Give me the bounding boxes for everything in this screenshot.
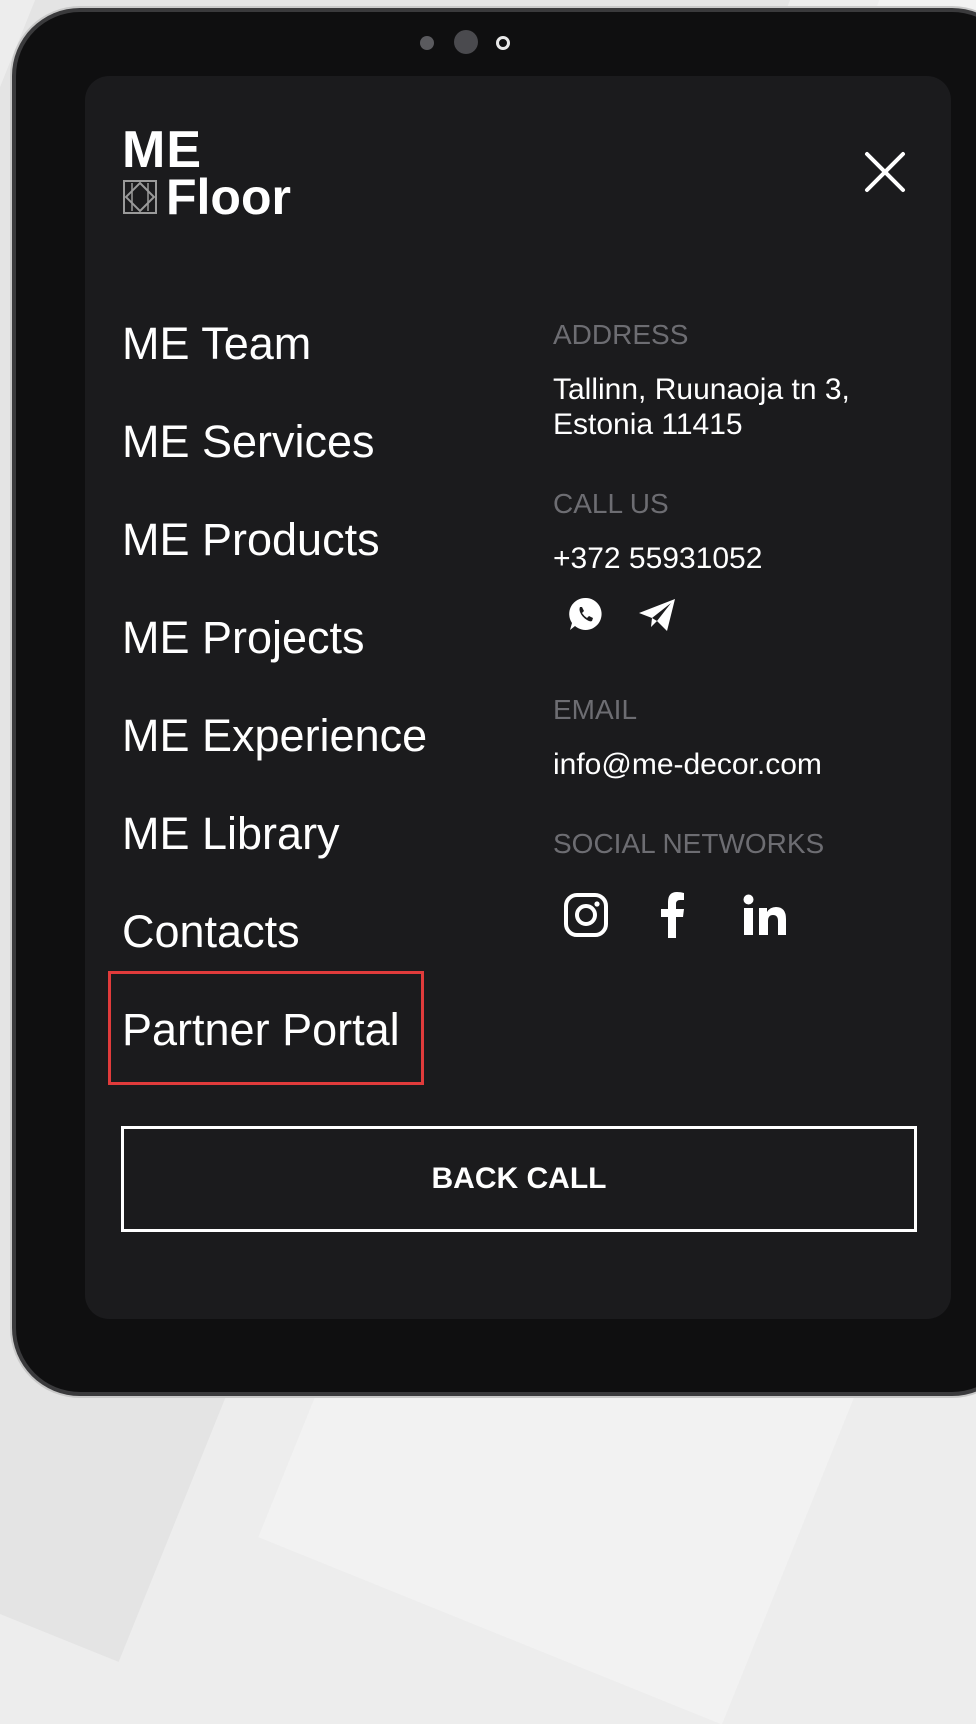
instagram-icon[interactable] [563, 892, 609, 938]
camera-lens [454, 30, 478, 54]
address-line1: Tallinn, Ruunaoja tn 3, [553, 373, 850, 406]
menu-item-me-products[interactable]: ME Products [122, 508, 427, 606]
address-label: ADDRESS [553, 319, 689, 350]
partner-portal-highlight [108, 971, 424, 1085]
menu-item-me-library[interactable]: ME Library [122, 802, 427, 900]
facebook-icon[interactable] [657, 890, 687, 938]
email-link[interactable]: info@me-decor.com [553, 747, 822, 782]
email-label: EMAIL [553, 694, 638, 725]
camera-dot-left [420, 36, 434, 50]
menu-screen: ME Floor ME Team ME Services ME Products… [85, 76, 951, 1319]
brand-line2-row: Floor [122, 172, 291, 222]
address-line2: Estonia 11415 [553, 408, 743, 441]
tablet-frame: ME Floor ME Team ME Services ME Products… [16, 12, 976, 1392]
menu-item-me-projects[interactable]: ME Projects [122, 606, 427, 704]
phone-link[interactable]: +372 55931052 [553, 541, 762, 576]
call-us-label: CALL US [553, 488, 669, 519]
linkedin-icon[interactable] [743, 894, 787, 936]
menu-item-me-experience[interactable]: ME Experience [122, 704, 427, 802]
brand-logo[interactable]: ME Floor [122, 124, 291, 222]
menu-item-me-services[interactable]: ME Services [122, 410, 427, 508]
floor-tile-logo-icon [123, 180, 157, 214]
camera-sensor [496, 36, 510, 50]
back-call-label: BACK CALL [431, 1162, 607, 1195]
telegram-icon[interactable] [637, 597, 677, 633]
social-networks-label: SOCIAL NETWORKS [553, 828, 825, 859]
brand-line2: Floor [166, 169, 291, 225]
close-icon[interactable] [861, 148, 909, 196]
back-call-button[interactable]: BACK CALL [121, 1126, 917, 1232]
whatsapp-icon[interactable] [567, 595, 605, 633]
menu-item-me-team[interactable]: ME Team [122, 312, 427, 410]
